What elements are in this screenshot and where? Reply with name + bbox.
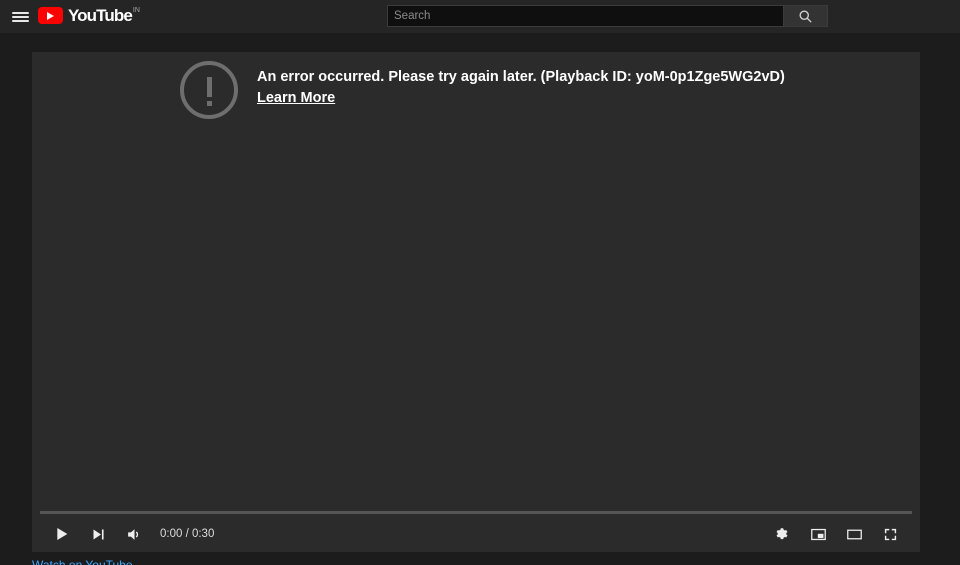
controls-left: 0:00 / 0:30 [32,516,214,552]
error-exclamation-circle-icon [180,61,238,119]
controls-right [764,516,920,552]
menu-bar [11,15,29,18]
progress-bar[interactable] [40,511,912,514]
search-button[interactable] [784,5,828,27]
next-button[interactable] [80,516,116,552]
miniplayer-button[interactable] [800,516,836,552]
watch-on-youtube-link[interactable]: Watch on YouTube [32,558,133,565]
volume-on-icon [127,528,138,540]
video-player[interactable]: An error occurred. Please try again late… [32,52,920,552]
youtube-play-logo-icon [38,7,63,24]
menu-bar [11,11,29,14]
gear-icon [776,527,787,539]
player-controls: 0:00 / 0:30 [32,516,920,552]
search-icon [799,10,812,22]
exclamation-dot [206,101,212,106]
error-text: An error occurred. Please try again late… [257,69,785,85]
time-display: 0:00 / 0:30 [160,528,215,540]
fullscreen-icon [884,528,896,540]
fullscreen-button[interactable] [872,516,908,552]
player-error-message: An error occurred. Please try again late… [180,59,785,119]
hamburger-menu-icon[interactable] [0,0,40,33]
youtube-logo[interactable]: YouTube IN [38,0,140,33]
below-player-area: Watch on YouTube [32,556,920,565]
menu-bar [11,19,29,22]
search-input[interactable] [387,5,784,27]
play-button[interactable] [44,516,80,552]
logo-text: YouTube [68,6,133,25]
volume-button[interactable] [116,516,152,552]
exclamation-stem [206,77,212,97]
masthead: YouTube IN [0,0,960,33]
play-icon [57,528,68,540]
next-track-icon [93,529,104,539]
settings-button[interactable] [764,516,800,552]
search-area [387,5,828,27]
learn-more-link[interactable]: Learn More [257,89,335,107]
error-text-group: An error occurred. Please try again late… [257,59,785,107]
theater-mode-icon [846,529,862,539]
miniplayer-icon [810,528,826,540]
logo-country-code: IN [132,7,140,14]
theater-mode-button[interactable] [836,516,872,552]
